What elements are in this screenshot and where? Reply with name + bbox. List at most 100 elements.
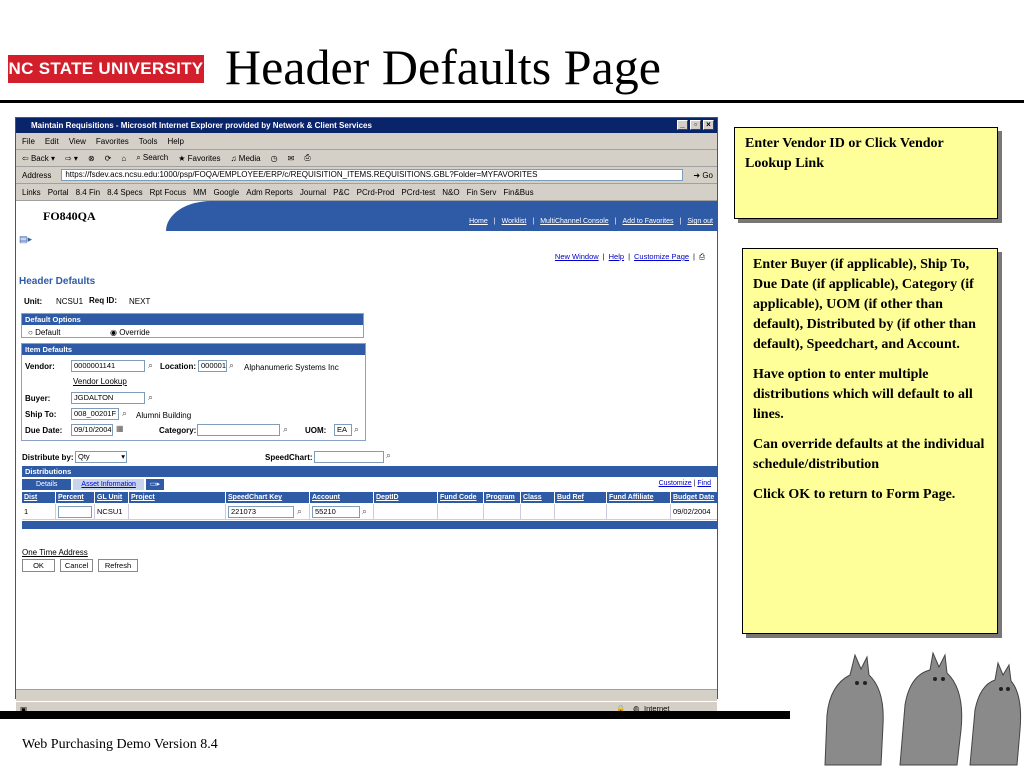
link-portal[interactable]: Portal	[48, 188, 69, 197]
menu-tools[interactable]: Tools	[139, 137, 158, 146]
menu-edit[interactable]: Edit	[45, 137, 59, 146]
col-deptid[interactable]: DeptID	[374, 492, 438, 503]
link-fin-serv[interactable]: Fin Serv	[467, 188, 497, 197]
vendor-lookup-link[interactable]: Vendor Lookup	[73, 377, 127, 386]
favorites-button[interactable]: ★ Favorites	[178, 154, 220, 163]
stop-icon[interactable]: ⊗	[88, 154, 95, 163]
link-home[interactable]: Home	[469, 218, 488, 225]
link-worklist[interactable]: Worklist	[502, 218, 527, 225]
link-sign-out[interactable]: Sign out	[687, 218, 713, 225]
vendor-lookup-icon[interactable]: ⌕	[148, 360, 153, 371]
menu-view[interactable]: View	[69, 137, 86, 146]
due-date-input[interactable]: 09/10/2004	[71, 424, 113, 436]
speedchart-key-lookup-icon[interactable]: ⌕	[297, 505, 302, 517]
print-page-icon[interactable]: ⎙	[699, 252, 705, 262]
location-lookup-icon[interactable]: ⌕	[229, 360, 234, 371]
link-fin-bus[interactable]: Fin&Bus	[503, 188, 533, 197]
link-pcrd-test[interactable]: PCrd-test	[401, 188, 435, 197]
radio-override[interactable]: ◉ Override	[110, 328, 150, 337]
ship-to-lookup-icon[interactable]: ⌕	[122, 408, 127, 419]
link-84-fin[interactable]: 8.4 Fin	[76, 188, 100, 197]
speedchart-lookup-icon[interactable]: ⌕	[386, 450, 391, 461]
col-fund-affiliate[interactable]: Fund Affiliate	[607, 492, 671, 503]
link-google[interactable]: Google	[213, 188, 239, 197]
print-icon[interactable]: ⎙	[304, 153, 310, 163]
default-options-header: Default Options	[22, 314, 363, 325]
link-pcrd-prod[interactable]: PCrd-Prod	[357, 188, 395, 197]
menu-toggle-icon[interactable]: ▤▸	[19, 234, 32, 245]
percent-input[interactable]	[58, 506, 92, 518]
uom-lookup-icon[interactable]: ⌕	[354, 424, 359, 435]
vendor-label: Vendor:	[25, 362, 55, 371]
find-link[interactable]: Find	[697, 480, 711, 487]
minimize-icon[interactable]: _	[677, 120, 688, 130]
cancel-button[interactable]: Cancel	[60, 559, 93, 572]
link-new-window[interactable]: New Window	[555, 252, 599, 262]
tab-details[interactable]: Details	[22, 479, 72, 490]
link-journal[interactable]: Journal	[300, 188, 326, 197]
ship-to-input[interactable]: 008_00201F	[71, 408, 119, 420]
one-time-address-link[interactable]: One Time Address	[22, 548, 88, 557]
col-dist[interactable]: Dist	[22, 492, 56, 503]
search-button[interactable]: ⌕ Search	[136, 153, 168, 163]
mail-icon[interactable]: ✉	[288, 154, 295, 163]
note-override-text: Can override defaults at the individual …	[753, 437, 985, 472]
link-help[interactable]: Help	[609, 252, 624, 262]
cell-program	[484, 504, 521, 519]
category-lookup-icon[interactable]: ⌕	[283, 424, 288, 435]
col-fund-code[interactable]: Fund Code	[438, 492, 484, 503]
refresh-icon[interactable]: ⟳	[105, 154, 112, 163]
link-rpt-focus[interactable]: Rpt Focus	[150, 188, 186, 197]
col-program[interactable]: Program	[484, 492, 521, 503]
account-lookup-icon[interactable]: ⌕	[362, 505, 367, 517]
menu-help[interactable]: Help	[167, 137, 183, 146]
vendor-input[interactable]: 0000001141	[71, 360, 145, 372]
uom-input[interactable]: EA	[334, 424, 352, 436]
link-add-favorites[interactable]: Add to Favorites	[623, 218, 674, 225]
go-button[interactable]: ➜ Go	[693, 171, 717, 180]
cell-account: 55210 ⌕	[310, 504, 374, 519]
speedchart-key-input[interactable]: 221073	[228, 506, 294, 518]
show-all-tabs-icon[interactable]: ▭▸	[145, 479, 165, 490]
col-gl-unit[interactable]: GL Unit	[95, 492, 129, 503]
col-project[interactable]: Project	[129, 492, 226, 503]
link-mm[interactable]: MM	[193, 188, 206, 197]
home-icon[interactable]: ⌂	[121, 154, 126, 163]
buyer-lookup-icon[interactable]: ⌕	[148, 392, 153, 403]
link-customize-page[interactable]: Customize Page	[634, 252, 689, 262]
buyer-input[interactable]: JGDALTON	[71, 392, 145, 404]
close-icon[interactable]: ×	[703, 120, 714, 130]
speedchart-input[interactable]	[314, 451, 384, 463]
link-84-specs[interactable]: 8.4 Specs	[107, 188, 143, 197]
horizontal-scrollbar[interactable]	[16, 689, 717, 701]
col-account[interactable]: Account	[310, 492, 374, 503]
refresh-button[interactable]: Refresh	[98, 559, 138, 572]
account-input[interactable]: 55210	[312, 506, 360, 518]
col-percent[interactable]: Percent	[56, 492, 95, 503]
back-button[interactable]: ⇦ Back ▾	[22, 154, 55, 163]
top-divider	[0, 100, 1024, 103]
distribute-by-select[interactable]: Qty ▾	[75, 451, 127, 463]
media-button[interactable]: ♫ Media	[231, 154, 261, 163]
link-adm-reports[interactable]: Adm Reports	[246, 188, 293, 197]
link-multichannel[interactable]: MultiChannel Console	[540, 218, 608, 225]
col-bud-ref[interactable]: Bud Ref	[555, 492, 607, 503]
category-input[interactable]	[197, 424, 280, 436]
ok-button[interactable]: OK	[22, 559, 55, 572]
address-input[interactable]: https://fsdev.acs.ncsu.edu:1000/psp/FOQA…	[61, 169, 684, 181]
tab-asset-information[interactable]: Asset Information	[73, 479, 144, 490]
radio-default[interactable]: ○ Default	[28, 328, 60, 337]
menu-file[interactable]: File	[22, 137, 35, 146]
col-budget-date[interactable]: Budget Date	[671, 492, 717, 503]
link-no[interactable]: N&O	[442, 188, 459, 197]
customize-link[interactable]: Customize	[659, 480, 692, 487]
forward-icon[interactable]: ⇨ ▾	[65, 154, 78, 163]
link-pc[interactable]: P&C	[333, 188, 349, 197]
history-icon[interactable]: ◷	[271, 154, 278, 163]
restore-icon[interactable]: ▫	[690, 120, 701, 130]
calendar-icon[interactable]: ▦	[116, 424, 124, 433]
location-input[interactable]: 000001	[198, 360, 227, 372]
col-class[interactable]: Class	[521, 492, 555, 503]
col-speedchart-key[interactable]: SpeedChart Key	[226, 492, 310, 503]
menu-favorites[interactable]: Favorites	[96, 137, 129, 146]
